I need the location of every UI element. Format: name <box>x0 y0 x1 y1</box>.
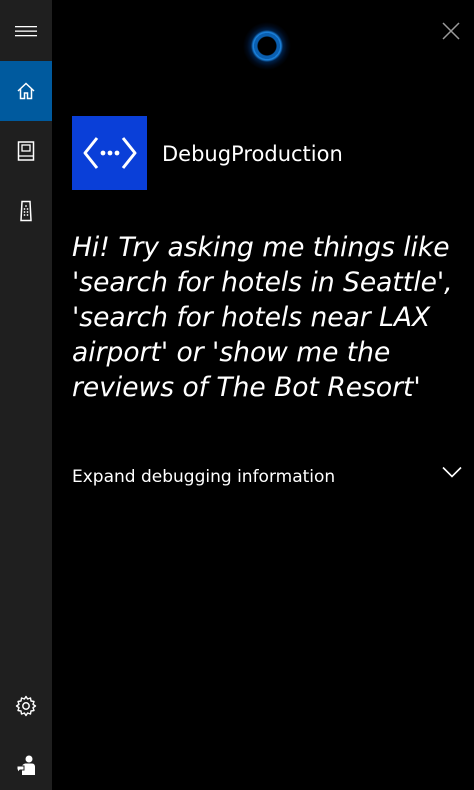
expand-debugging-label: Expand debugging information <box>72 467 336 487</box>
bot-logo <box>72 116 147 190</box>
sidebar-item-notebook[interactable] <box>0 121 52 181</box>
sidebar-item-devices[interactable] <box>0 181 52 241</box>
sidebar <box>0 0 52 790</box>
code-brackets-icon <box>83 137 136 169</box>
sidebar-item-home[interactable] <box>0 61 52 121</box>
feedback-button[interactable] <box>0 735 52 790</box>
notebook-icon <box>17 141 35 161</box>
settings-button[interactable] <box>0 676 52 736</box>
gear-icon <box>15 695 37 717</box>
speaker-icon <box>20 200 32 222</box>
cortana-ring-icon <box>243 22 291 70</box>
chevron-down-icon <box>442 466 462 478</box>
feedback-icon <box>16 755 35 775</box>
menu-button[interactable] <box>0 1 52 61</box>
bot-name: DebugProduction <box>162 142 343 166</box>
cortana-panel: DebugProduction Hi! Try asking me things… <box>0 0 474 790</box>
home-icon <box>17 82 35 100</box>
close-icon <box>442 22 460 40</box>
hamburger-icon <box>15 26 37 37</box>
close-button[interactable] <box>436 16 466 46</box>
expand-debugging-toggle[interactable]: Expand debugging information <box>72 462 466 492</box>
greeting-message: Hi! Try asking me things like 'search fo… <box>72 232 453 403</box>
